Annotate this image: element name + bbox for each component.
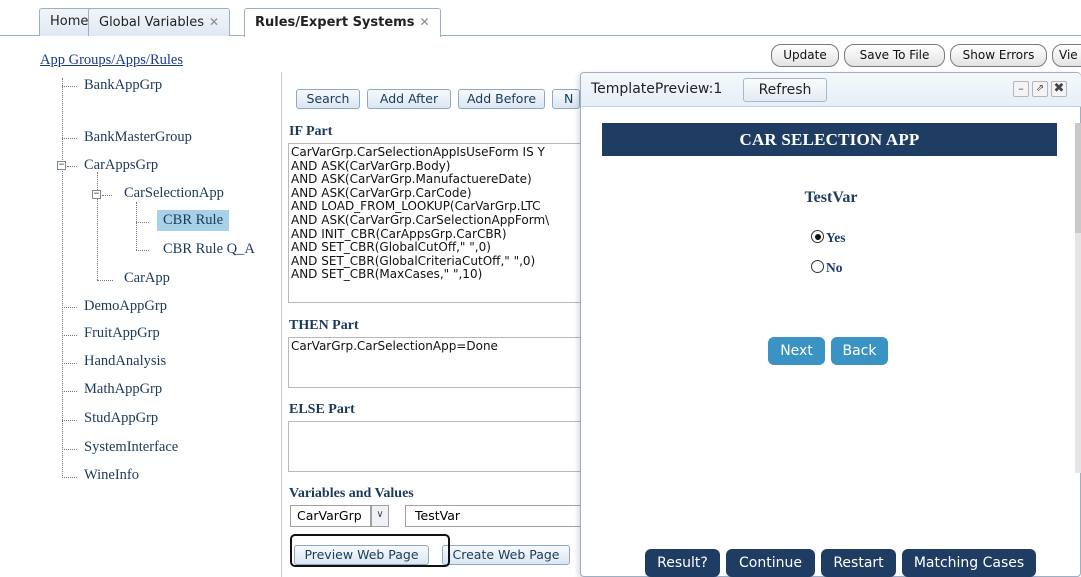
if-part-line: AND ASK(CarVarGrp.CarCode) — [291, 185, 472, 200]
tab-global-variables[interactable]: Global Variables ✕ — [88, 8, 231, 36]
radio-checked-icon[interactable] — [811, 230, 824, 243]
result-button[interactable]: Result? — [645, 549, 720, 577]
save-to-file-button[interactable]: Save To File — [844, 44, 945, 67]
tree-connector — [136, 222, 149, 223]
if-part-line: AND LOAD_FROM_LOOKUP(CarVarGrp.LTC — [291, 199, 541, 214]
option-label: Yes — [826, 230, 846, 245]
tab-label: Rules/Expert Systems — [255, 15, 415, 30]
tree-node-cbr-rule[interactable]: CBR Rule — [157, 210, 230, 231]
tree-connector — [62, 391, 77, 392]
minimize-icon[interactable]: – — [1013, 81, 1029, 97]
then-part-editor[interactable]: CarVarGrp.CarSelectionApp=Done — [288, 337, 588, 388]
close-icon[interactable]: ✕ — [209, 15, 219, 29]
then-part-label: THEN Part — [289, 318, 359, 333]
search-button[interactable]: Search — [296, 89, 360, 109]
variable-name-select[interactable]: TestVar — [405, 505, 585, 527]
tree-node-system-interface[interactable]: SystemInterface — [84, 439, 178, 456]
tree-connector — [62, 335, 77, 336]
tree-node-wine-info[interactable]: WineInfo — [84, 467, 139, 484]
tree-connector — [62, 86, 77, 87]
back-button[interactable]: Back — [831, 337, 888, 365]
tab-rules-expert-systems[interactable]: Rules/Expert Systems ✕ — [244, 8, 441, 37]
highlight-annotation — [290, 534, 450, 567]
radio-option-no[interactable]: No — [811, 260, 843, 276]
if-part-line: AND SET_CBR(GlobalCutOff," ",0) — [291, 240, 491, 255]
collapse-icon[interactable]: − — [92, 190, 101, 199]
scrollbar-thumb[interactable] — [1075, 123, 1081, 233]
tree-connector — [62, 420, 77, 421]
tree-node-cbr-rule-qa[interactable]: CBR Rule Q_A — [163, 241, 255, 258]
tree-connector — [97, 280, 113, 281]
preview-titlebar[interactable]: TemplatePreview:1 Refresh – ⇗ ✖ — [581, 73, 1081, 107]
variables-values-label: Variables and Values — [289, 486, 414, 501]
tab-bar: Home Global Variables ✕ Rules/Expert Syst… — [0, 0, 1081, 37]
tree-node-stud-app-grp[interactable]: StudAppGrp — [84, 410, 158, 427]
tree-connector — [102, 195, 112, 196]
app-title-banner: CAR SELECTION APP — [602, 123, 1057, 156]
tree-node-math-app-grp[interactable]: MathAppGrp — [84, 381, 162, 398]
tree-connector — [62, 138, 77, 139]
if-part-line: AND SET_CBR(MaxCases," ",10) — [291, 267, 483, 282]
tree-connector — [62, 449, 77, 450]
tree-node-demo-app-grp[interactable]: DemoAppGrp — [84, 298, 167, 315]
close-icon[interactable]: ✕ — [419, 15, 429, 29]
chevron-down-icon[interactable]: ∨ — [371, 505, 389, 527]
if-part-line: AND INIT_CBR(CarAppsGrp.CarCBR) — [291, 226, 507, 241]
add-after-button[interactable]: Add After — [367, 89, 451, 109]
tree-node-car-apps-grp[interactable]: CarAppsGrp — [84, 157, 158, 174]
tree-connector — [62, 363, 77, 364]
tab-label: Global Variables — [99, 15, 205, 30]
if-part-label: IF Part — [289, 124, 333, 139]
option-label: No — [826, 260, 843, 275]
show-errors-button[interactable]: Show Errors — [950, 44, 1047, 67]
preview-title: TemplatePreview:1 — [591, 81, 723, 97]
if-part-line: CarVarGrp.CarSelectionAppIsUseForm IS Y — [291, 145, 545, 159]
restart-button[interactable]: Restart — [821, 549, 896, 577]
tree-root-link[interactable]: App Groups/Apps/Rules — [40, 52, 183, 69]
tree-guide — [136, 202, 137, 250]
update-button[interactable]: Update — [771, 44, 839, 67]
if-part-editor[interactable]: CarVarGrp.CarSelectionAppIsUseForm IS YA… — [288, 143, 588, 303]
popout-icon[interactable]: ⇗ — [1032, 81, 1048, 97]
close-icon[interactable]: ✖ — [1051, 81, 1067, 97]
radio-option-yes[interactable]: Yes — [811, 230, 846, 246]
continue-button[interactable]: Continue — [726, 549, 815, 577]
tree-node-car-app[interactable]: CarApp — [124, 270, 170, 287]
collapse-icon[interactable]: − — [57, 161, 66, 170]
if-part-line: AND SET_CBR(GlobalCriteriaCutOff," ",0) — [291, 253, 536, 268]
tree-connector — [62, 477, 77, 478]
add-before-button[interactable]: Add Before — [458, 89, 545, 109]
refresh-button[interactable]: Refresh — [743, 78, 827, 102]
question-label: TestVar — [804, 189, 858, 206]
tree-node-fruit-app-grp[interactable]: FruitAppGrp — [84, 325, 160, 342]
tree-node-hand-analysis[interactable]: HandAnalysis — [84, 353, 166, 370]
view-button[interactable]: Vie — [1052, 44, 1081, 67]
tree-connector — [62, 307, 77, 308]
scrollbar[interactable] — [1075, 123, 1081, 473]
else-part-label: ELSE Part — [289, 402, 355, 417]
if-part-line: AND ASK(CarVarGrp.ManufactuereDate) — [291, 172, 532, 187]
tree-node-bank-app-grp[interactable]: BankAppGrp — [84, 77, 162, 94]
if-part-line: AND ASK(CarVarGrp.Body) — [291, 158, 451, 173]
variable-group-select[interactable]: CarVarGrp — [290, 505, 371, 527]
if-part-line: AND ASK(CarVarGrp.CarSelectionAppForm\ — [291, 212, 550, 227]
tree-connector — [136, 250, 149, 251]
tree-node-bank-master-group[interactable]: BankMasterGroup — [84, 129, 192, 146]
radio-unchecked-icon[interactable] — [811, 260, 824, 273]
tree-node-car-selection-app[interactable]: CarSelectionApp — [124, 185, 224, 202]
create-web-page-button[interactable]: Create Web Page — [442, 545, 570, 565]
matching-cases-button[interactable]: Matching Cases — [902, 549, 1036, 577]
next-button[interactable]: N — [552, 89, 580, 109]
template-preview-window: TemplatePreview:1 Refresh – ⇗ ✖ CAR SELE… — [580, 72, 1081, 577]
tree-connector — [67, 166, 77, 167]
tab-label: Home — [50, 14, 89, 29]
panel-divider — [281, 72, 282, 577]
next-button[interactable]: Next — [768, 337, 825, 365]
else-part-editor[interactable] — [288, 421, 588, 472]
